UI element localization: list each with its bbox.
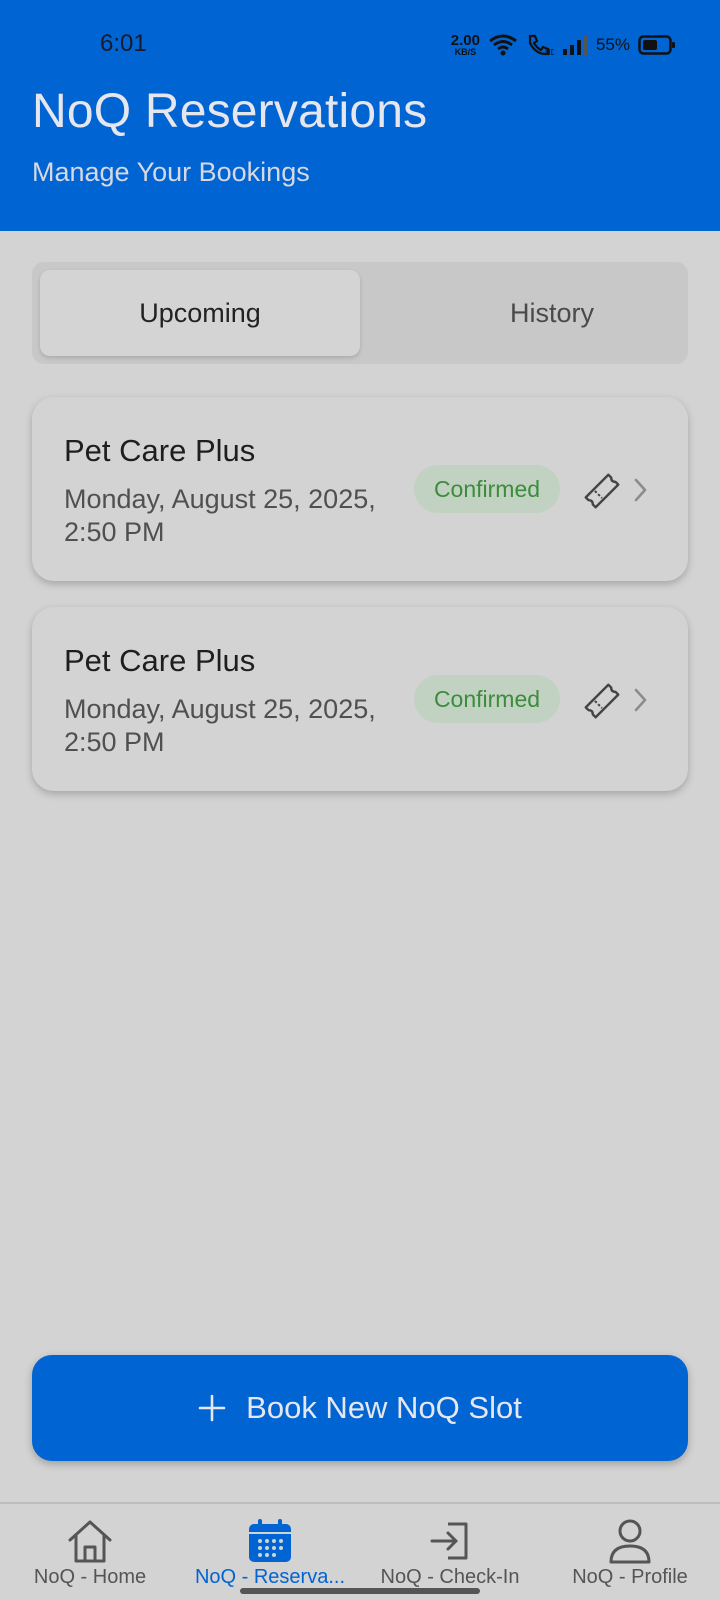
nav-label-reservations: NoQ - Reserva...	[194, 1566, 346, 1588]
tab-upcoming[interactable]: Upcoming	[40, 270, 360, 356]
page-subtitle: Manage Your Bookings	[32, 157, 310, 187]
battery-icon	[638, 35, 675, 55]
net-speed: 2.00 KB/S	[451, 33, 480, 57]
nav-item-home[interactable]: NoQ - Home	[0, 1504, 180, 1600]
chevron-right-icon[interactable]	[632, 685, 650, 715]
ticket-icon[interactable]	[582, 681, 622, 721]
nav-label-profile: NoQ - Profile	[572, 1566, 688, 1588]
reservation-datetime: Monday, August 25, 2025, 2:50 PM	[64, 694, 376, 757]
status-icons: 2.00 KB/S HD 55%	[451, 30, 676, 60]
nav-item-reservations[interactable]: NoQ - Reserva...	[180, 1504, 360, 1600]
check-in-icon	[430, 1522, 468, 1560]
battery-percent: 55%	[595, 35, 630, 54]
book-new-slot-label: Book New NoQ Slot	[246, 1390, 522, 1425]
bottom-navigation: NoQ - Home NoQ - Reserva... NoQ - Check-…	[0, 1502, 720, 1600]
net-speed-unit: KB/S	[454, 47, 477, 57]
status-badge: Confirmed	[414, 465, 560, 513]
nav-item-profile[interactable]: NoQ - Profile	[540, 1504, 720, 1600]
plus-icon	[198, 1394, 226, 1422]
tab-history[interactable]: History	[392, 270, 712, 356]
svg-text:HD: HD	[545, 48, 554, 57]
person-icon	[609, 1519, 651, 1564]
chevron-right-icon[interactable]	[632, 475, 650, 505]
ticket-icon[interactable]	[582, 471, 622, 511]
status-bar: 6:01 2.00 KB/S HD 55%	[0, 0, 720, 90]
nav-item-check-in[interactable]: NoQ - Check-In	[360, 1504, 540, 1600]
reservation-datetime: Monday, August 25, 2025, 2:50 PM	[64, 484, 376, 547]
home-icon	[68, 1520, 112, 1563]
reservation-card[interactable]: Pet Care Plus Monday, August 25, 2025, 2…	[32, 397, 688, 581]
signal-icon	[562, 35, 587, 55]
reservation-title: Pet Care Plus	[64, 433, 256, 468]
nav-label-check-in: NoQ - Check-In	[380, 1566, 520, 1588]
app-header: 6:01 2.00 KB/S HD 55% NoQ Reservations M…	[0, 0, 720, 231]
book-new-slot-button[interactable]: Book New NoQ Slot	[32, 1355, 688, 1461]
reservation-card[interactable]: Pet Care Plus Monday, August 25, 2025, 2…	[32, 607, 688, 791]
nav-label-home: NoQ - Home	[33, 1566, 147, 1588]
calendar-icon	[249, 1519, 291, 1562]
home-indicator[interactable]	[240, 1588, 480, 1594]
call-icon: HD	[528, 34, 554, 57]
page-title: NoQ Reservations	[32, 85, 428, 138]
status-time: 6:01	[100, 30, 147, 57]
wifi-icon	[489, 34, 517, 56]
segmented-tabs: Upcoming History	[32, 262, 688, 364]
status-badge: Confirmed	[414, 675, 560, 723]
net-speed-value: 2.00	[450, 32, 480, 49]
reservation-title: Pet Care Plus	[64, 643, 256, 678]
